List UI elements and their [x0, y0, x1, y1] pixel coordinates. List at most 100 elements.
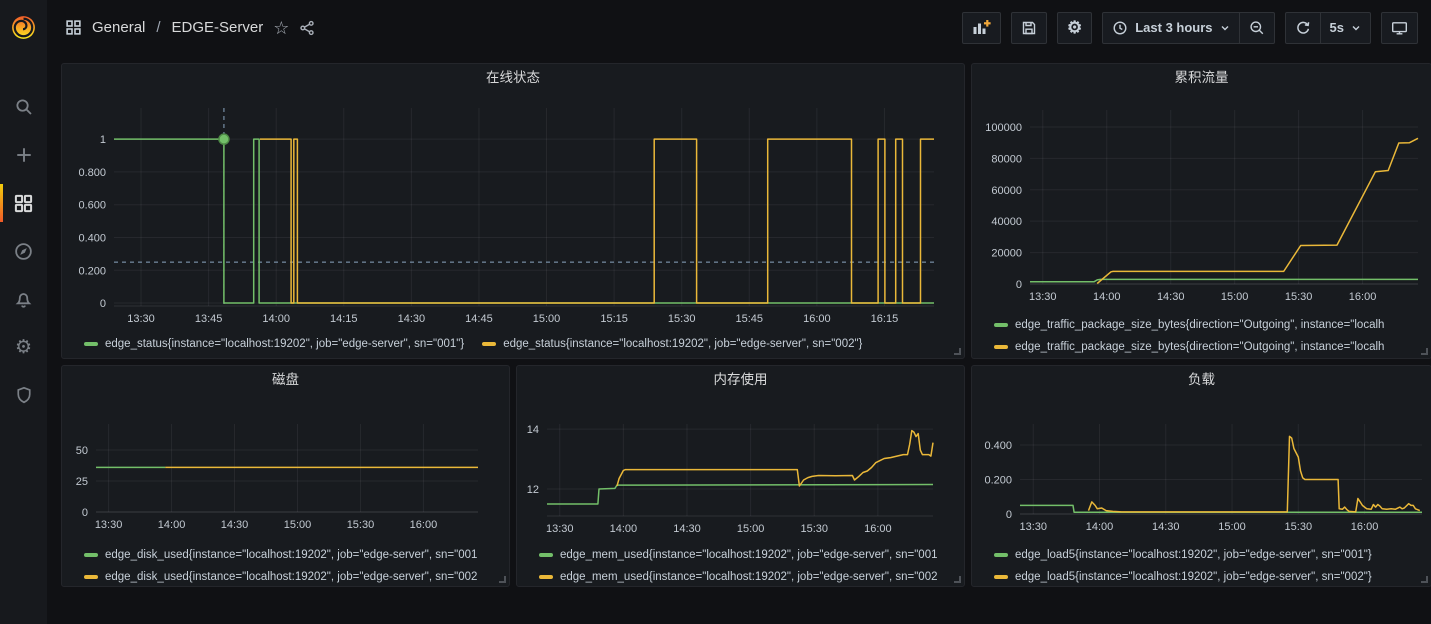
sidebar-item-dashboards[interactable]: [0, 179, 47, 227]
active-indicator: [0, 184, 3, 222]
svg-text:14:00: 14:00: [1093, 291, 1121, 303]
time-range-picker[interactable]: Last 3 hours: [1103, 13, 1238, 43]
legend-item[interactable]: edge_mem_used{instance="localhost:19202"…: [539, 544, 964, 566]
add-panel-button[interactable]: [963, 13, 1000, 43]
topbar: General / EDGE-Server ☆: [47, 0, 1431, 55]
legend-item[interactable]: edge_load5{instance="localhost:19202", j…: [994, 566, 1431, 587]
breadcrumb-folder[interactable]: General: [92, 19, 145, 36]
svg-text:15:30: 15:30: [800, 523, 828, 535]
share-icon: [299, 20, 315, 36]
legend-item[interactable]: edge_disk_used{instance="localhost:19202…: [84, 566, 509, 587]
chart-memory-usage[interactable]: 13:3014:0014:3015:0015:3016:001214: [517, 394, 964, 544]
svg-text:13:30: 13:30: [95, 519, 123, 531]
svg-text:15:45: 15:45: [736, 313, 764, 325]
svg-text:16:00: 16:00: [803, 313, 831, 325]
panel-title[interactable]: 累积流量: [972, 64, 1431, 92]
svg-text:15:00: 15:00: [284, 519, 312, 531]
svg-text:0.600: 0.600: [78, 200, 106, 212]
series-swatch-green: [994, 553, 1008, 557]
svg-text:0.400: 0.400: [78, 232, 106, 244]
legend-label: edge_load5{instance="localhost:19202", j…: [1015, 549, 1372, 561]
chart-load[interactable]: 13:3014:0014:3015:0015:3016:0000.2000.40…: [972, 394, 1431, 544]
series-swatch-green: [84, 553, 98, 557]
svg-text:0: 0: [100, 298, 106, 310]
topbar-actions: ⚙ Last 3 hours: [962, 12, 1418, 44]
chart-online-status[interactable]: 13:3013:4514:0014:1514:3014:4515:0015:15…: [62, 92, 964, 330]
refresh-icon: [1295, 20, 1311, 36]
chart-disk[interactable]: 13:3014:0014:3015:0015:3016:0002550: [62, 394, 509, 544]
chart-cumulative-traffic[interactable]: 13:3014:0014:3015:0015:3016:000200004000…: [972, 92, 1431, 314]
legend-item[interactable]: edge_mem_used{instance="localhost:19202"…: [539, 566, 964, 587]
svg-text:15:00: 15:00: [737, 523, 765, 535]
sidebar-item-server-admin[interactable]: [0, 371, 47, 419]
sidebar-item-alerting[interactable]: [0, 275, 47, 323]
panel-resize-handle[interactable]: [954, 576, 961, 583]
legend-item[interactable]: edge_disk_used{instance="localhost:19202…: [84, 544, 509, 566]
plus-icon: [15, 146, 33, 164]
panel-title[interactable]: 磁盘: [62, 366, 509, 394]
legend-item[interactable]: edge_traffic_package_size_bytes{directio…: [994, 314, 1431, 336]
legend-item[interactable]: edge_load5{instance="localhost:19202", j…: [994, 544, 1431, 566]
legend-item[interactable]: edge_status{instance="localhost:19202", …: [482, 333, 862, 355]
svg-text:14:30: 14:30: [221, 519, 249, 531]
breadcrumb-dashboard-title: EDGE-Server: [172, 19, 264, 36]
shield-icon: [15, 386, 33, 404]
svg-text:15:30: 15:30: [347, 519, 375, 531]
refresh-button[interactable]: [1286, 13, 1320, 43]
svg-text:14:00: 14:00: [158, 519, 186, 531]
svg-text:14:30: 14:30: [1157, 291, 1185, 303]
legend-item[interactable]: edge_status{instance="localhost:19202", …: [84, 333, 464, 355]
panel-load: 负载 13:3014:0014:3015:0015:3016:0000.2000…: [971, 365, 1431, 587]
legend-label: edge_traffic_package_size_bytes{directio…: [1015, 341, 1384, 353]
sidebar-item-configuration[interactable]: ⚙: [0, 323, 47, 371]
legend-label: edge_mem_used{instance="localhost:19202"…: [560, 571, 937, 583]
refresh-interval-select[interactable]: 5s: [1320, 13, 1370, 43]
panel-title[interactable]: 在线状态: [62, 64, 964, 92]
panel-resize-handle[interactable]: [1421, 576, 1428, 583]
panel-title[interactable]: 负载: [972, 366, 1431, 394]
svg-text:14: 14: [527, 424, 539, 436]
settings-gear-icon: ⚙: [1067, 19, 1082, 36]
share-button[interactable]: [299, 20, 315, 36]
svg-text:15:30: 15:30: [668, 313, 696, 325]
svg-text:14:30: 14:30: [1152, 521, 1180, 533]
legend-label: edge_load5{instance="localhost:19202", j…: [1015, 571, 1372, 583]
svg-text:15:15: 15:15: [600, 313, 628, 325]
panel-cumulative-traffic: 累积流量 13:3014:0014:3015:0015:3016:0002000…: [971, 63, 1431, 359]
favorite-star-button[interactable]: ☆: [273, 19, 289, 37]
legend: edge_traffic_package_size_bytes{directio…: [994, 314, 1431, 358]
panel-title[interactable]: 内存使用: [517, 366, 964, 394]
series-swatch-yellow: [539, 575, 553, 579]
svg-text:100000: 100000: [985, 122, 1022, 134]
apps-icon: [65, 19, 82, 36]
sidebar-item-create[interactable]: [0, 131, 47, 179]
sidebar-item-search[interactable]: [0, 83, 47, 131]
dashboard-grid: 在线状态 13:3013:4514:0014:1514:3014:4515:00…: [47, 55, 1431, 587]
panel-resize-handle[interactable]: [1421, 348, 1428, 355]
svg-text:13:30: 13:30: [1019, 521, 1047, 533]
sidebar-item-explore[interactable]: [0, 227, 47, 275]
panel-resize-handle[interactable]: [954, 348, 961, 355]
series-swatch-yellow: [994, 345, 1008, 349]
save-dashboard-button[interactable]: [1012, 13, 1046, 43]
svg-text:0.200: 0.200: [984, 475, 1012, 487]
panel-memory-usage: 内存使用 13:3014:0014:3015:0015:3016:001214 …: [516, 365, 965, 587]
save-icon: [1021, 20, 1037, 36]
zoom-out-button[interactable]: [1239, 13, 1274, 43]
panel-disk: 磁盘 13:3014:0014:3015:0015:3016:0002550 e…: [61, 365, 510, 587]
series-swatch-yellow: [482, 342, 496, 346]
series-swatch-yellow: [84, 575, 98, 579]
kiosk-tv-button[interactable]: [1382, 13, 1417, 43]
svg-text:14:30: 14:30: [673, 523, 701, 535]
time-range-label: Last 3 hours: [1135, 20, 1212, 35]
legend-item[interactable]: edge_traffic_package_size_bytes{directio…: [994, 336, 1431, 358]
svg-text:14:00: 14:00: [1086, 521, 1114, 533]
svg-text:80000: 80000: [991, 153, 1022, 165]
grafana-logo[interactable]: [0, 0, 47, 55]
clock-icon: [1112, 20, 1128, 36]
legend: edge_load5{instance="localhost:19202", j…: [994, 544, 1431, 587]
svg-text:13:30: 13:30: [546, 523, 574, 535]
dashboard-settings-button[interactable]: ⚙: [1058, 13, 1091, 43]
panel-resize-handle[interactable]: [499, 576, 506, 583]
tv-icon: [1391, 20, 1408, 36]
